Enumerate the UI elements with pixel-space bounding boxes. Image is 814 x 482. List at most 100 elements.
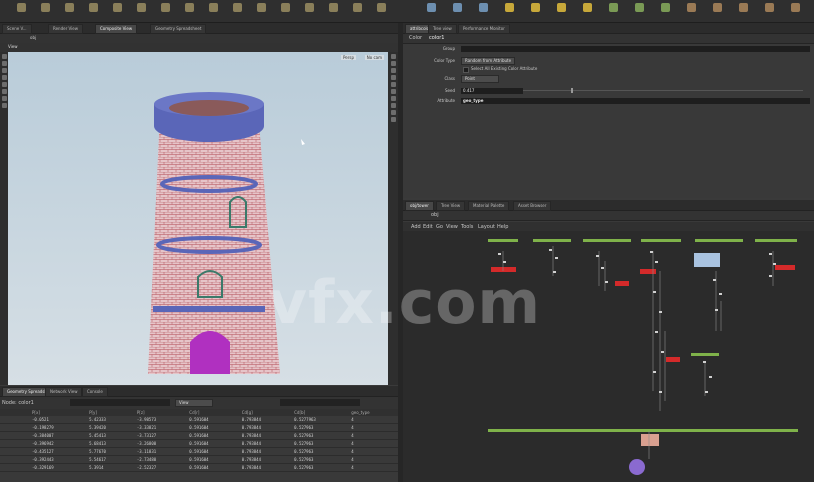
shelf-tool-icon[interactable] [10,3,32,19]
column-header[interactable]: geo_type [347,409,398,416]
view-dropdown[interactable]: View [175,399,213,407]
move-tool-icon[interactable] [1,61,7,66]
snap-tool-icon[interactable] [1,103,7,108]
color-type-dropdown[interactable]: Random from Attribute [461,57,516,65]
view-tool-icon[interactable] [1,96,7,101]
table-row[interactable]: -0.435127 5.77670 -3.11831 0.591604 0.793844… [0,447,398,456]
select-tool-icon[interactable] [1,54,7,59]
display-option-icon[interactable] [390,54,396,59]
attribute-field[interactable]: geo_type [461,98,810,104]
shelf-tool-icon[interactable] [472,3,494,19]
shelf-tool-icon[interactable] [298,3,320,19]
rotate-tool-icon[interactable] [1,68,7,73]
shelf-tool-icon[interactable] [524,3,546,19]
display-option-icon[interactable] [390,96,396,101]
display-option-icon[interactable] [390,103,396,108]
display-option-icon[interactable] [390,117,396,122]
shelf-tool-icon[interactable] [178,3,200,19]
shelf-tool-icon[interactable] [346,3,368,19]
display-option-icon[interactable] [390,89,396,94]
display-option-icon[interactable] [390,82,396,87]
pane-divider[interactable] [398,23,403,482]
tab-geometry-spreadsheet[interactable]: Geometry Spreadsheet [150,24,207,34]
menu-help[interactable]: Help [497,224,508,230]
tab-console[interactable]: Console [82,387,108,397]
shelf-tool-icon[interactable] [226,3,248,19]
param-list: Group Color Type Random from Attribute S… [403,45,814,105]
path-label[interactable]: obj [431,212,439,218]
shelf-tool-icon[interactable] [420,3,442,19]
shelf-tool-icon[interactable] [628,3,650,19]
table-row[interactable]: -0.392443 5.54617 -2.73480 0.591604 0.793844… [0,455,398,464]
shelf-tool-icon[interactable] [202,3,224,19]
column-header[interactable]: Cd[r] [185,409,238,416]
shelf-tool-icon[interactable] [58,3,80,19]
table-row[interactable]: -0.396942 5.68413 -3.26800 0.591604 0.793844… [0,439,398,448]
display-option-icon[interactable] [390,75,396,80]
shelf-tool-icon[interactable] [758,3,780,19]
tab-network[interactable]: obj/tower [405,201,434,211]
node-name[interactable]: color1 [429,35,445,41]
pose-tool-icon[interactable] [1,89,7,94]
handle-tool-icon[interactable] [1,82,7,87]
shelf-tool-icon[interactable] [130,3,152,19]
seed-slider[interactable] [523,90,803,91]
tab-scene-view[interactable]: Scene V... [2,24,32,34]
shelf-tool-icon[interactable] [274,3,296,19]
shelf-tool-icon[interactable] [106,3,128,19]
menu-go[interactable]: Go [436,224,443,230]
shelf-tool-icon[interactable] [446,3,468,19]
shelf-tool-icon[interactable] [654,3,676,19]
shelf-tool-icon[interactable] [576,3,598,19]
shelf-tool-icon[interactable] [732,3,754,19]
tab-asset-browser[interactable]: Asset Browser [513,201,552,211]
shelf-tool-icon[interactable] [550,3,572,19]
class-dropdown[interactable]: Point [461,75,499,83]
shelf-tool-icon[interactable] [706,3,728,19]
filter-field[interactable] [70,399,170,406]
table-row[interactable]: -0.384007 5.45413 -3.73127 0.591604 0.793844… [0,431,398,440]
table-row[interactable]: -0.198279 5.39420 -3.33821 0.591604 0.793844… [0,423,398,432]
shelf-tool-icon[interactable] [154,3,176,19]
display-option-icon[interactable] [390,110,396,115]
tab-composite-view[interactable]: Composite View [95,24,138,34]
menu-layout[interactable]: Layout [478,224,495,230]
tab-performance-monitor[interactable]: Performance Monitor [458,24,510,34]
shelf-tool-icon[interactable] [784,3,806,19]
group-field[interactable] [461,46,810,52]
shelf-tool-icon[interactable] [680,3,702,19]
attribute-filter-field[interactable] [280,399,360,406]
viewport-left-tools [0,52,8,385]
shelf-tool-icon[interactable] [498,3,520,19]
network-pane: obj/tower Tree View Material Palette Ass… [403,200,814,482]
menu-tools[interactable]: Tools [461,224,473,230]
shelf-tool-icon[interactable] [250,3,272,19]
tab-material-palette[interactable]: Material Palette [468,201,510,211]
column-header[interactable]: P[z] [132,409,186,416]
tab-render-view[interactable]: Render View [48,24,84,34]
table-row[interactable]: -0.0521 5.42333 -3.98573 0.591604 0.793844 0.… [0,416,398,424]
menu-edit[interactable]: Edit [423,224,433,230]
display-option-icon[interactable] [390,61,396,66]
display-option-icon[interactable] [390,68,396,73]
seed-field[interactable]: 0.417 [461,88,523,94]
menu-view[interactable]: View [446,224,458,230]
menu-add[interactable]: Add [411,224,421,230]
shelf-tool-icon[interactable] [82,3,104,19]
column-header[interactable]: P[y] [85,409,133,416]
column-header[interactable]: Cd[g] [237,409,291,416]
tab-tree-view[interactable]: Tree View [436,201,466,211]
seed-slider-handle[interactable] [571,88,573,93]
shelf-tool-icon[interactable] [322,3,344,19]
path-label[interactable]: obj [30,35,36,40]
shelf-tool-icon[interactable] [34,3,56,19]
column-header[interactable]: Cd[b] [290,409,348,416]
select-all-checkbox[interactable] [463,67,469,73]
shelf-tool-icon[interactable] [370,3,392,19]
column-header[interactable]: P[x] [28,409,86,416]
tab-tree-view[interactable]: Tree view [428,24,457,34]
tab-network-view[interactable]: Network View [45,387,83,397]
table-row[interactable]: -0.329169 5.3914 -2.52327 0.591604 0.793844 0… [0,463,398,472]
scale-tool-icon[interactable] [1,75,7,80]
shelf-tool-icon[interactable] [602,3,624,19]
